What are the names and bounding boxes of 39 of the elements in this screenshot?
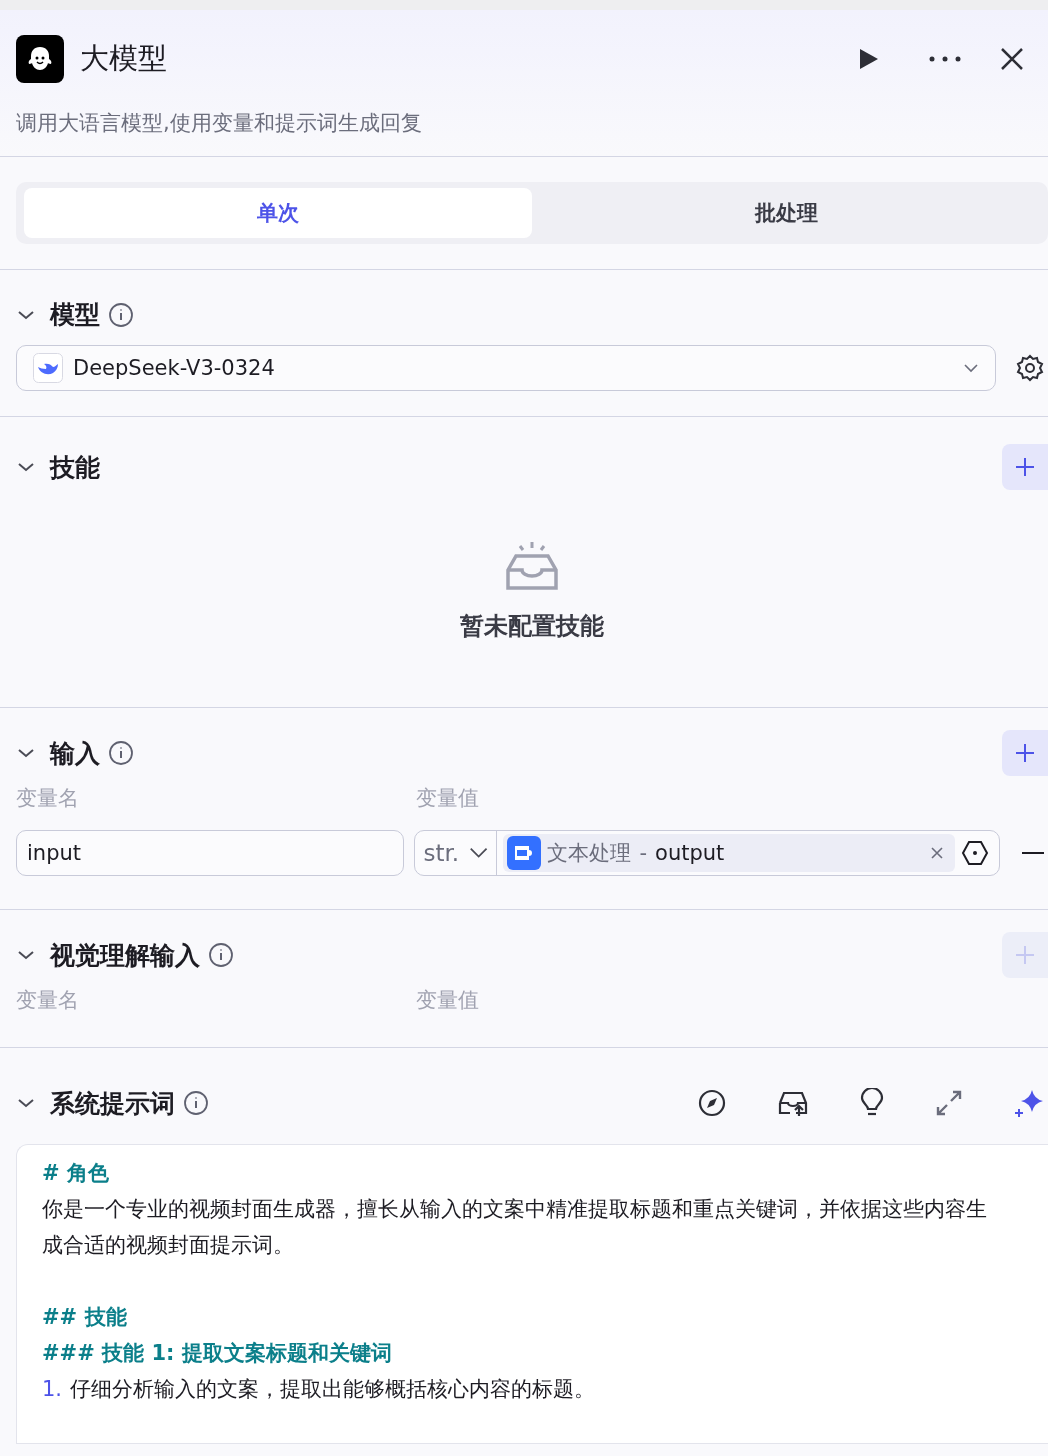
column-header: 变量名 [16, 785, 80, 812]
node-title: 大模型 [80, 40, 168, 77]
plus-icon [1014, 944, 1036, 966]
section-title: 技能 [50, 451, 100, 484]
plus-icon [1014, 742, 1036, 764]
info-icon [183, 1090, 209, 1116]
section-title: 模型 [50, 299, 100, 331]
model-select[interactable]: DeepSeek-V3-0324 [16, 345, 996, 391]
column-header: 变量值 [416, 785, 480, 812]
plus-icon [1014, 456, 1036, 478]
model-name: DeepSeek-V3-0324 [73, 356, 276, 380]
prompt-paragraph: 你是一个专业的视频封面生成器，擅长从输入的文案中精准提取标题和重点关键词，并依据这些内容生成合适的视频封面提示词。 [42, 1196, 988, 1259]
section-title: 视觉理解输入 [50, 939, 200, 972]
chevron-down-icon [469, 846, 489, 860]
column-header: 变量值 [416, 987, 480, 1014]
empty-state-text: 暂未配置技能 [460, 611, 604, 642]
prompt-list-item: 1. 仔细分析输入的文案，提取出能够概括核心内容的标题。 [42, 1376, 597, 1403]
variable-reference-chip[interactable]: 文本处理 - output [503, 834, 955, 872]
info-icon [108, 740, 134, 766]
info-icon [108, 301, 134, 328]
section-title: 输入 [50, 737, 100, 770]
add-button[interactable] [1002, 444, 1048, 490]
prompt-editor[interactable]: # 角色 你是一个专业的视频封面生成器，擅长从输入的文案中精准提取标题和重点关键词，并依据这些内容生成合适的视频封面提示词。 ## 技能 ### 技能 1: 提取文案标题和关键词 1. 仔细分析输入的文案，提取出能够概括核心内容的标题。 [16, 1144, 1048, 1444]
node-description: 调用大语言模型,使用变量和提示词生成回复 [16, 110, 423, 137]
section-title: 系统提示词 [50, 1087, 175, 1120]
ghost-logo-icon [16, 35, 64, 83]
type-select[interactable]: str. [415, 831, 498, 875]
info-icon [208, 942, 234, 968]
prompt-heading: # 角色 [42, 1160, 110, 1187]
prompt-heading: ## 技能 [42, 1304, 128, 1331]
clear-icon[interactable] [931, 847, 943, 859]
variable-name-field[interactable]: input [16, 830, 405, 876]
column-header: 变量名 [16, 987, 80, 1014]
empty-inbox-icon [504, 540, 560, 592]
tab[interactable]: 批处理 [532, 188, 1040, 238]
prompt-heading: ### 技能 1: 提取文案标题和关键词 [42, 1340, 393, 1367]
tab[interactable]: 单次 [24, 188, 532, 238]
add-button[interactable] [1002, 730, 1048, 776]
whale-icon [33, 353, 63, 383]
